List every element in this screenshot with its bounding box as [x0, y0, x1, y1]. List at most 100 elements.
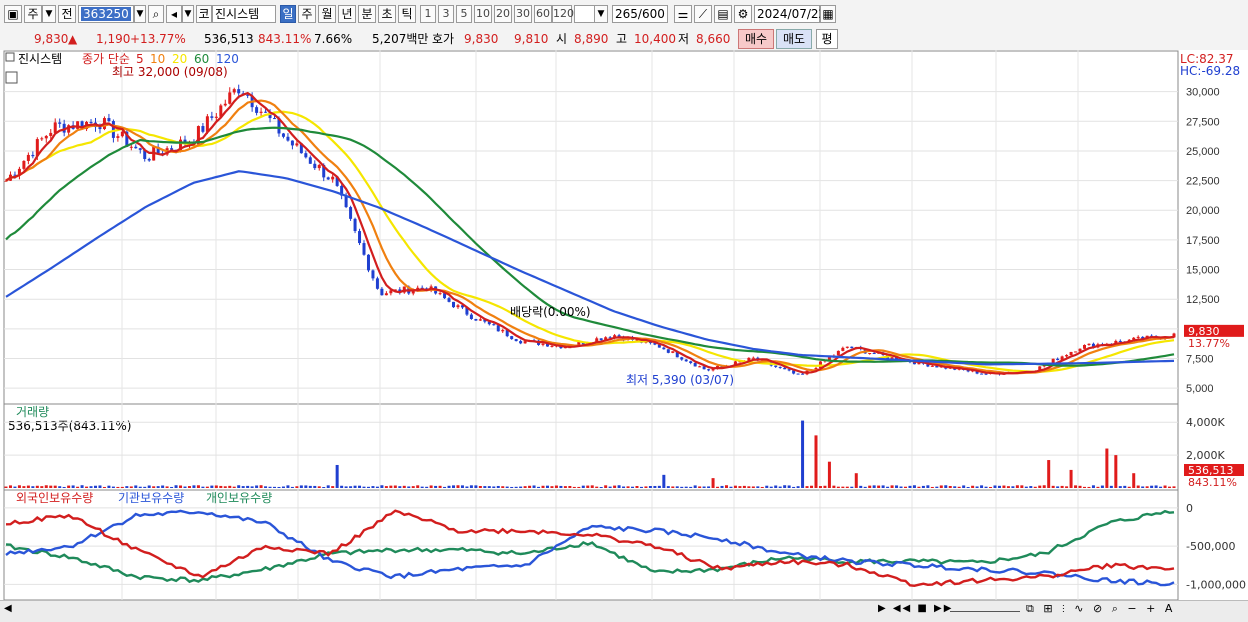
interval-1[interactable]: 1 [420, 5, 436, 23]
interval-120[interactable]: 120 [552, 5, 574, 23]
volume-bar [255, 485, 259, 488]
volume-bar [331, 486, 335, 488]
candle-body [129, 146, 133, 148]
candle-body [49, 132, 53, 136]
candle-body [290, 140, 294, 146]
volume-bar [1011, 486, 1015, 488]
candle-body [845, 346, 849, 348]
volume-bar [698, 486, 702, 488]
price-tick-label: 5,000 [1186, 383, 1214, 395]
candle-body [384, 293, 388, 296]
volume-bar [67, 485, 71, 488]
candle-body [836, 350, 840, 356]
period-second[interactable]: 초 [378, 5, 396, 23]
volume-bar [402, 485, 406, 488]
period-year[interactable]: 년 [338, 5, 356, 23]
sound-icon[interactable]: ◂ [166, 5, 182, 23]
period-day[interactable]: 일 [280, 5, 296, 23]
interval-3[interactable]: 3 [438, 5, 454, 23]
stock-name-field[interactable]: 진시스템 [212, 5, 276, 23]
volume-bar [631, 486, 635, 488]
volume-bar [420, 486, 424, 488]
chart-icon[interactable]: ▣ [4, 5, 22, 23]
volume-value-label: 536,513주(843.11%) [8, 419, 131, 433]
period-minute[interactable]: 분 [358, 5, 376, 23]
volume-bar [474, 485, 478, 488]
volume-bar [657, 485, 661, 488]
volume-bar [1056, 486, 1060, 488]
volume-bar [747, 486, 751, 488]
chart-tools-icon[interactable]: ⧉ ⊞ ⫶ ∿ ⊘ ⌕ − + A [1026, 602, 1175, 616]
period-week[interactable]: 주 [298, 5, 316, 23]
volume-bar [899, 486, 903, 488]
interval-dropdown-icon[interactable]: ▼ [594, 5, 608, 23]
volume-bar [304, 485, 308, 488]
volume-bar [1033, 486, 1037, 488]
volume-bar [71, 485, 75, 488]
gear-icon[interactable]: ⚙ [734, 5, 752, 23]
volume-bar [662, 474, 666, 488]
volume-bar [460, 485, 464, 488]
eval-button[interactable]: 평 [816, 29, 838, 49]
chart-area[interactable]: 30,000 27,500 25,000 22,500 20,000 17,500 15,0… [0, 50, 1248, 621]
prev-button[interactable]: 전 [58, 5, 76, 23]
volume-bar [49, 485, 53, 488]
candle-icon[interactable]: ⚌ [674, 5, 692, 23]
volume-bar [53, 485, 57, 488]
candle-body [1082, 344, 1086, 349]
volume-bar [608, 486, 612, 488]
volume-bar [617, 485, 621, 488]
volume-bar [707, 486, 711, 488]
scroll-controls-icon[interactable]: ▶ ◀◀ ■ ▶▶ [878, 603, 953, 614]
count-field[interactable]: 265/600 [612, 5, 668, 23]
low-annotation: 최저 5,390 (03/07) [626, 373, 734, 387]
volume-bar [702, 486, 706, 488]
volume-bar [246, 485, 250, 488]
save-icon[interactable]: ▤ [714, 5, 732, 23]
period-month[interactable]: 월 [318, 5, 336, 23]
volume-bar [129, 486, 133, 488]
volume-bar [183, 486, 187, 488]
volume-bar [335, 464, 339, 488]
candle-body [447, 298, 451, 302]
candle-body [1051, 358, 1055, 363]
candle-body [872, 353, 876, 355]
volume-bar [1172, 486, 1176, 488]
interval-30[interactable]: 30 [514, 5, 532, 23]
interval-20[interactable]: 20 [494, 5, 512, 23]
holdings-tick-label: -1,000,000 [1186, 578, 1246, 591]
volume-bar [818, 486, 822, 488]
stock-chart[interactable]: 30,000 27,500 25,000 22,500 20,000 17,500 15,0… [0, 50, 1248, 621]
volume-bar [935, 486, 939, 488]
volume-bar [496, 485, 500, 488]
search-icon[interactable]: ⌕ [148, 5, 164, 23]
chart-scrollbar[interactable]: ◀ ▶ ◀◀ ■ ▶▶ ⧉ ⊞ ⫶ ∿ ⊘ ⌕ − + A [0, 600, 1248, 622]
code-dropdown-icon[interactable]: ▼ [134, 5, 146, 23]
dividend-annotation: 배당락(0.00%) [510, 305, 591, 319]
volume-bar [371, 486, 375, 488]
code-input[interactable]: 363250 [78, 5, 134, 23]
turnover-pct: 7.66% [314, 32, 353, 46]
volume-bar [523, 486, 527, 488]
zoom-slider[interactable] [950, 611, 1020, 612]
market-select[interactable]: 주 [24, 5, 42, 23]
volume-bar [35, 485, 39, 488]
candle-body [228, 92, 232, 104]
buy-button[interactable]: 매수 [738, 29, 774, 49]
scroll-left-icon[interactable]: ◀ [4, 603, 12, 614]
interval-60[interactable]: 60 [534, 5, 552, 23]
interval-5[interactable]: 5 [456, 5, 472, 23]
volume-bar [76, 486, 80, 488]
sell-button[interactable]: 매도 [776, 29, 812, 49]
period-tick[interactable]: 틱 [398, 5, 416, 23]
chevron-down-icon[interactable]: ▼ [42, 5, 56, 23]
volume-bar [362, 486, 366, 488]
open-price: 8,890 [574, 32, 609, 46]
date-input[interactable]: 2024/07/22 [754, 5, 826, 23]
interval-10[interactable]: 10 [474, 5, 492, 23]
sound-dropdown-icon[interactable]: ▼ [182, 5, 194, 23]
volume-bar [273, 486, 277, 488]
calendar-icon[interactable]: ▦ [820, 5, 836, 23]
draw-icon[interactable]: ⟋ [694, 5, 712, 23]
volume-bar [693, 485, 697, 488]
